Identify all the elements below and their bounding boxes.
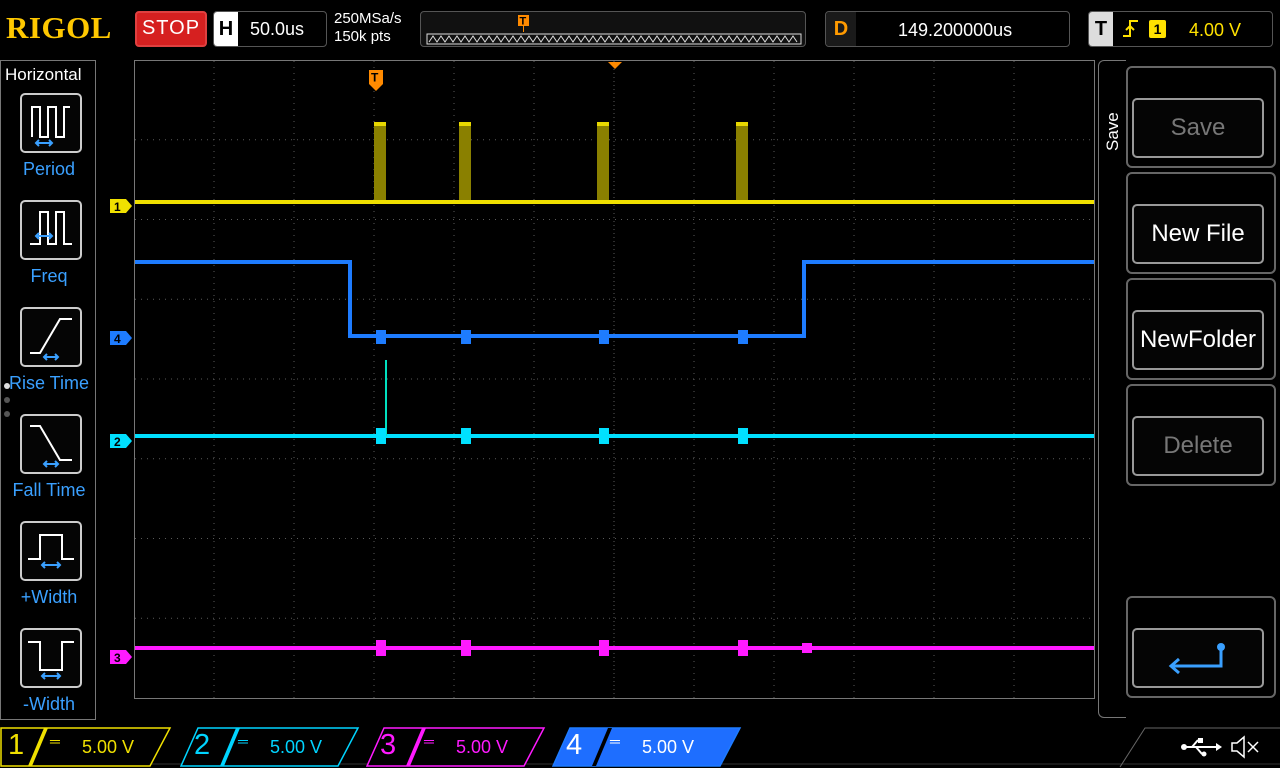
memory-trigger-marker: T bbox=[520, 16, 527, 28]
freq-icon bbox=[20, 200, 82, 260]
memory-depth: 150k pts bbox=[334, 28, 391, 45]
memory-waveform-strip: T bbox=[426, 15, 802, 45]
trigger-position-label: T bbox=[371, 71, 379, 85]
run-stop-button[interactable]: STOP bbox=[135, 11, 207, 47]
svg-text:1: 1 bbox=[114, 200, 121, 214]
menu-tab: Save bbox=[1098, 60, 1126, 718]
save-softkey[interactable]: Save bbox=[1126, 66, 1276, 168]
measure-pos-width-label: +Width bbox=[20, 587, 78, 607]
measure-freq-label: Freq bbox=[30, 266, 68, 286]
trigger-display[interactable]: T 1 4.00 V bbox=[1088, 11, 1273, 47]
rising-edge-icon bbox=[1121, 18, 1141, 46]
measure-fall-time-label: Fall Time bbox=[12, 480, 86, 500]
fall-time-icon bbox=[20, 414, 82, 474]
new-file-button[interactable]: New File bbox=[1132, 204, 1264, 264]
ch1-scale: 5.00 V bbox=[82, 737, 135, 757]
measure-period-label: Period bbox=[22, 159, 76, 179]
neg-width-icon bbox=[20, 628, 82, 688]
status-icons bbox=[1181, 735, 1259, 759]
delete-button[interactable]: Delete bbox=[1132, 416, 1264, 476]
trigger-source: 1 bbox=[1149, 20, 1166, 38]
save-button[interactable]: Save bbox=[1132, 98, 1264, 158]
return-button[interactable] bbox=[1132, 628, 1264, 688]
return-icon bbox=[1168, 643, 1225, 675]
brand-logo: RIGOL bbox=[6, 10, 112, 45]
ch3-level-marker: 3 bbox=[110, 650, 132, 665]
ch3-tab[interactable]: 3 ═ 5.00 V bbox=[366, 727, 546, 767]
return-softkey[interactable] bbox=[1126, 596, 1276, 698]
trigger-label: T bbox=[1089, 12, 1113, 46]
waveform-display[interactable]: T bbox=[134, 60, 1096, 700]
measure-menu-panel: Horizontal Period Freq Rise Time Fall Ti… bbox=[0, 60, 96, 720]
period-icon bbox=[20, 93, 82, 153]
channel-level-markers: 1 4 2 3 bbox=[110, 199, 132, 665]
sample-rate: 250MSa/s bbox=[334, 10, 402, 27]
graticule-border bbox=[134, 60, 1095, 699]
delay-label: D bbox=[826, 12, 856, 46]
trigger-level: 4.00 V bbox=[1189, 20, 1242, 40]
ch2-tab[interactable]: 2 ═ 5.00 V bbox=[180, 727, 360, 767]
delay-value: 149.200000us bbox=[898, 20, 1013, 40]
pos-width-icon bbox=[20, 521, 82, 581]
svg-text:2: 2 bbox=[114, 435, 121, 449]
ch1-coupling-icon: ═ bbox=[50, 733, 60, 749]
ch1-tab[interactable]: 1 ═ 5.00 V bbox=[0, 727, 172, 767]
timebase-display[interactable]: H 50.0us bbox=[213, 11, 327, 47]
measure-category-title: Horizontal bbox=[5, 65, 82, 84]
ch1-number: 1 bbox=[8, 729, 25, 761]
measure-pos-width-button[interactable]: +Width bbox=[1, 521, 97, 621]
ch1-level-marker: 1 bbox=[110, 199, 132, 214]
memory-overview[interactable]: T bbox=[420, 11, 806, 47]
menu-page-indicator bbox=[4, 383, 10, 425]
channel-bar: 1 ═ 5.00 V 2 ═ 5.00 V 3 ═ 5.00 V 4 ═ 5.0… bbox=[0, 724, 1280, 768]
ch3-number: 3 bbox=[380, 729, 397, 761]
new-folder-button[interactable]: NewFolder bbox=[1132, 310, 1264, 370]
delay-display[interactable]: D 149.200000us bbox=[825, 11, 1070, 47]
new-folder-softkey[interactable]: NewFolder bbox=[1126, 278, 1276, 380]
ch3-scale: 5.00 V bbox=[456, 737, 509, 757]
svg-text:4: 4 bbox=[114, 332, 121, 346]
svg-text:3: 3 bbox=[114, 651, 121, 665]
new-file-softkey[interactable]: New File bbox=[1126, 172, 1276, 274]
ch4-coupling-icon: ═ bbox=[610, 733, 620, 749]
ch2-number: 2 bbox=[194, 729, 211, 761]
ch4-number: 4 bbox=[566, 729, 583, 761]
measure-neg-width-button[interactable]: -Width bbox=[1, 628, 97, 728]
measure-rise-time-label: Rise Time bbox=[8, 373, 89, 393]
measure-freq-button[interactable]: Freq bbox=[1, 200, 97, 300]
measure-fall-time-button[interactable]: Fall Time bbox=[1, 414, 97, 514]
rise-time-icon bbox=[20, 307, 82, 367]
measure-period-button[interactable]: Period bbox=[1, 93, 97, 193]
measure-neg-width-label: -Width bbox=[22, 694, 75, 714]
mute-icon bbox=[1231, 735, 1259, 759]
horizontal-label: H bbox=[214, 12, 238, 46]
delete-softkey[interactable]: Delete bbox=[1126, 384, 1276, 486]
ch4-tab[interactable]: 4 ═ 5.00 V bbox=[552, 727, 742, 767]
ch3-coupling-icon: ═ bbox=[424, 733, 434, 749]
timebase-value: 50.0us bbox=[250, 19, 305, 39]
save-menu-panel: Save Save New File NewFolder Delete bbox=[1098, 60, 1280, 718]
ch2-level-marker: 2 bbox=[110, 434, 132, 449]
measure-rise-time-button[interactable]: Rise Time bbox=[1, 307, 97, 407]
ch4-level-marker: 4 bbox=[110, 331, 132, 346]
acquisition-info: 250MSa/s 150k pts bbox=[334, 10, 402, 46]
ch2-coupling-icon: ═ bbox=[238, 733, 248, 749]
ch2-scale: 5.00 V bbox=[270, 737, 323, 757]
menu-title: Save bbox=[1103, 112, 1122, 151]
usb-icon bbox=[1181, 738, 1222, 757]
ch4-scale: 5.00 V bbox=[642, 737, 695, 757]
